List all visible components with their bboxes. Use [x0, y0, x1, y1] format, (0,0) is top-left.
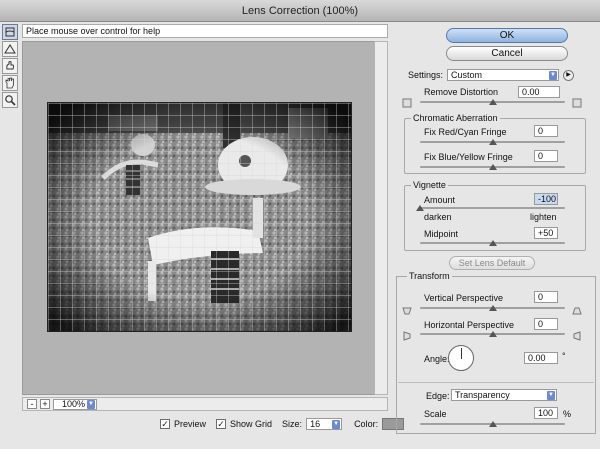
darken-label: darken: [424, 212, 452, 222]
window-title: Lens Correction (100%): [241, 5, 359, 17]
vignette-amount-input[interactable]: -100: [534, 193, 558, 205]
vertical-perspective-slider[interactable]: [420, 305, 565, 311]
angle-input[interactable]: 0.00: [524, 352, 558, 364]
horizontal-perspective-right-icon: [573, 331, 581, 341]
remove-distortion-label: Remove Distortion: [424, 87, 499, 97]
horizontal-perspective-left-icon: [403, 331, 411, 341]
view-options: ✓ Preview ✓ Show Grid Size: 16 ▼ Color:: [160, 416, 405, 432]
slider-thumb[interactable]: [488, 421, 497, 427]
show-grid-checkbox[interactable]: ✓: [216, 419, 227, 429]
vignette-amount-label: Amount: [424, 195, 456, 205]
chevron-down-icon: ▼: [87, 399, 95, 409]
blue-yellow-input[interactable]: 0: [534, 150, 558, 162]
vertical-perspective-top-icon: [402, 307, 412, 315]
zoom-tool-icon[interactable]: [2, 92, 18, 108]
lighten-label: lighten: [530, 212, 557, 222]
vignette-midpoint-label: Midpoint: [424, 229, 459, 239]
red-cyan-label: Fix Red/Cyan Fringe: [424, 127, 507, 137]
transform-title: Transform: [407, 271, 452, 281]
zoom-level-select[interactable]: 100% ▼: [53, 398, 97, 410]
remove-distortion-tool-icon[interactable]: [2, 24, 18, 40]
edge-value: Transparency: [455, 390, 510, 400]
grid-size-label: Size:: [282, 419, 303, 429]
remove-distortion-slider[interactable]: [420, 99, 565, 105]
vertical-scrollbar[interactable]: [374, 41, 388, 395]
vertical-perspective-label: Vertical Perspective: [424, 293, 504, 303]
vignette-title: Vignette: [411, 180, 448, 190]
slider-thumb[interactable]: [488, 164, 497, 170]
cancel-button[interactable]: Cancel: [446, 46, 568, 61]
preview-image: [47, 102, 352, 332]
angle-dial[interactable]: [448, 345, 474, 371]
preview-checkbox[interactable]: ✓: [160, 419, 170, 429]
chevron-down-icon: ▼: [549, 70, 558, 80]
vignette-midpoint-input[interactable]: +50: [534, 227, 558, 239]
slider-thumb[interactable]: [488, 305, 497, 311]
slider-thumb[interactable]: [416, 205, 424, 211]
angle-label: Angle:: [424, 354, 450, 364]
zoom-out-button[interactable]: -: [27, 399, 37, 409]
vertical-perspective-bottom-icon: [572, 307, 582, 315]
help-text: Place mouse over control for help: [26, 26, 161, 36]
barrel-icon: [572, 98, 582, 108]
scale-label: Scale: [424, 409, 447, 419]
vignette-midpoint-slider[interactable]: [420, 240, 565, 246]
red-cyan-input[interactable]: 0: [534, 125, 558, 137]
hand-tool-icon[interactable]: [2, 75, 18, 91]
settings-value: Custom: [451, 70, 483, 80]
slider-thumb[interactable]: [488, 240, 497, 246]
move-grid-tool-icon[interactable]: [2, 58, 18, 74]
chevron-down-icon: ▼: [332, 419, 341, 429]
set-lens-default-button[interactable]: Set Lens Default: [449, 256, 535, 270]
blue-yellow-label: Fix Blue/Yellow Fringe: [424, 152, 513, 162]
zoom-level-value: 100%: [62, 399, 86, 409]
settings-menu-icon[interactable]: ▶: [563, 69, 575, 81]
horizontal-perspective-slider[interactable]: [420, 331, 565, 337]
slider-thumb[interactable]: [488, 99, 497, 105]
zoom-bar: - + 100% ▼: [22, 397, 388, 411]
settings-row: Settings: Custom ▼ ▶: [408, 68, 598, 82]
edge-select[interactable]: Transparency ▼: [451, 389, 557, 401]
grid-size-select[interactable]: 16 ▼: [306, 418, 343, 430]
scale-input[interactable]: 100: [534, 407, 558, 419]
chromatic-aberration-title: Chromatic Aberration: [411, 113, 500, 123]
red-cyan-slider[interactable]: [420, 139, 565, 145]
window-title-bar: Lens Correction (100%): [0, 0, 600, 22]
horizontal-perspective-label: Horizontal Perspective: [424, 320, 515, 330]
slider-thumb[interactable]: [488, 331, 497, 337]
preview-label: Preview: [174, 419, 207, 429]
pincushion-icon: [402, 98, 412, 108]
settings-select[interactable]: Custom ▼: [447, 69, 560, 81]
divider: [398, 382, 594, 383]
scale-slider[interactable]: [420, 421, 565, 427]
grid-size-value: 16: [310, 418, 321, 429]
slider-thumb[interactable]: [488, 139, 497, 145]
show-grid-label: Show Grid: [230, 419, 273, 429]
remove-distortion-input[interactable]: 0.00: [518, 86, 560, 98]
vertical-perspective-input[interactable]: 0: [534, 291, 558, 303]
chevron-down-icon: ▼: [547, 390, 555, 400]
tool-palette: [2, 24, 20, 109]
angle-unit: °: [562, 351, 566, 361]
scale-unit: %: [563, 409, 572, 419]
grid-color-label: Color:: [354, 419, 379, 429]
ok-button[interactable]: OK: [446, 28, 568, 43]
horizontal-perspective-input[interactable]: 0: [534, 318, 558, 330]
help-text-bar: Place mouse over control for help: [22, 24, 388, 38]
settings-label: Settings:: [408, 70, 444, 80]
zoom-in-button[interactable]: +: [40, 399, 50, 409]
blue-yellow-slider[interactable]: [420, 164, 565, 170]
edge-label: Edge:: [426, 391, 450, 401]
straighten-tool-icon[interactable]: [2, 41, 18, 57]
vignette-amount-slider[interactable]: [416, 205, 565, 211]
